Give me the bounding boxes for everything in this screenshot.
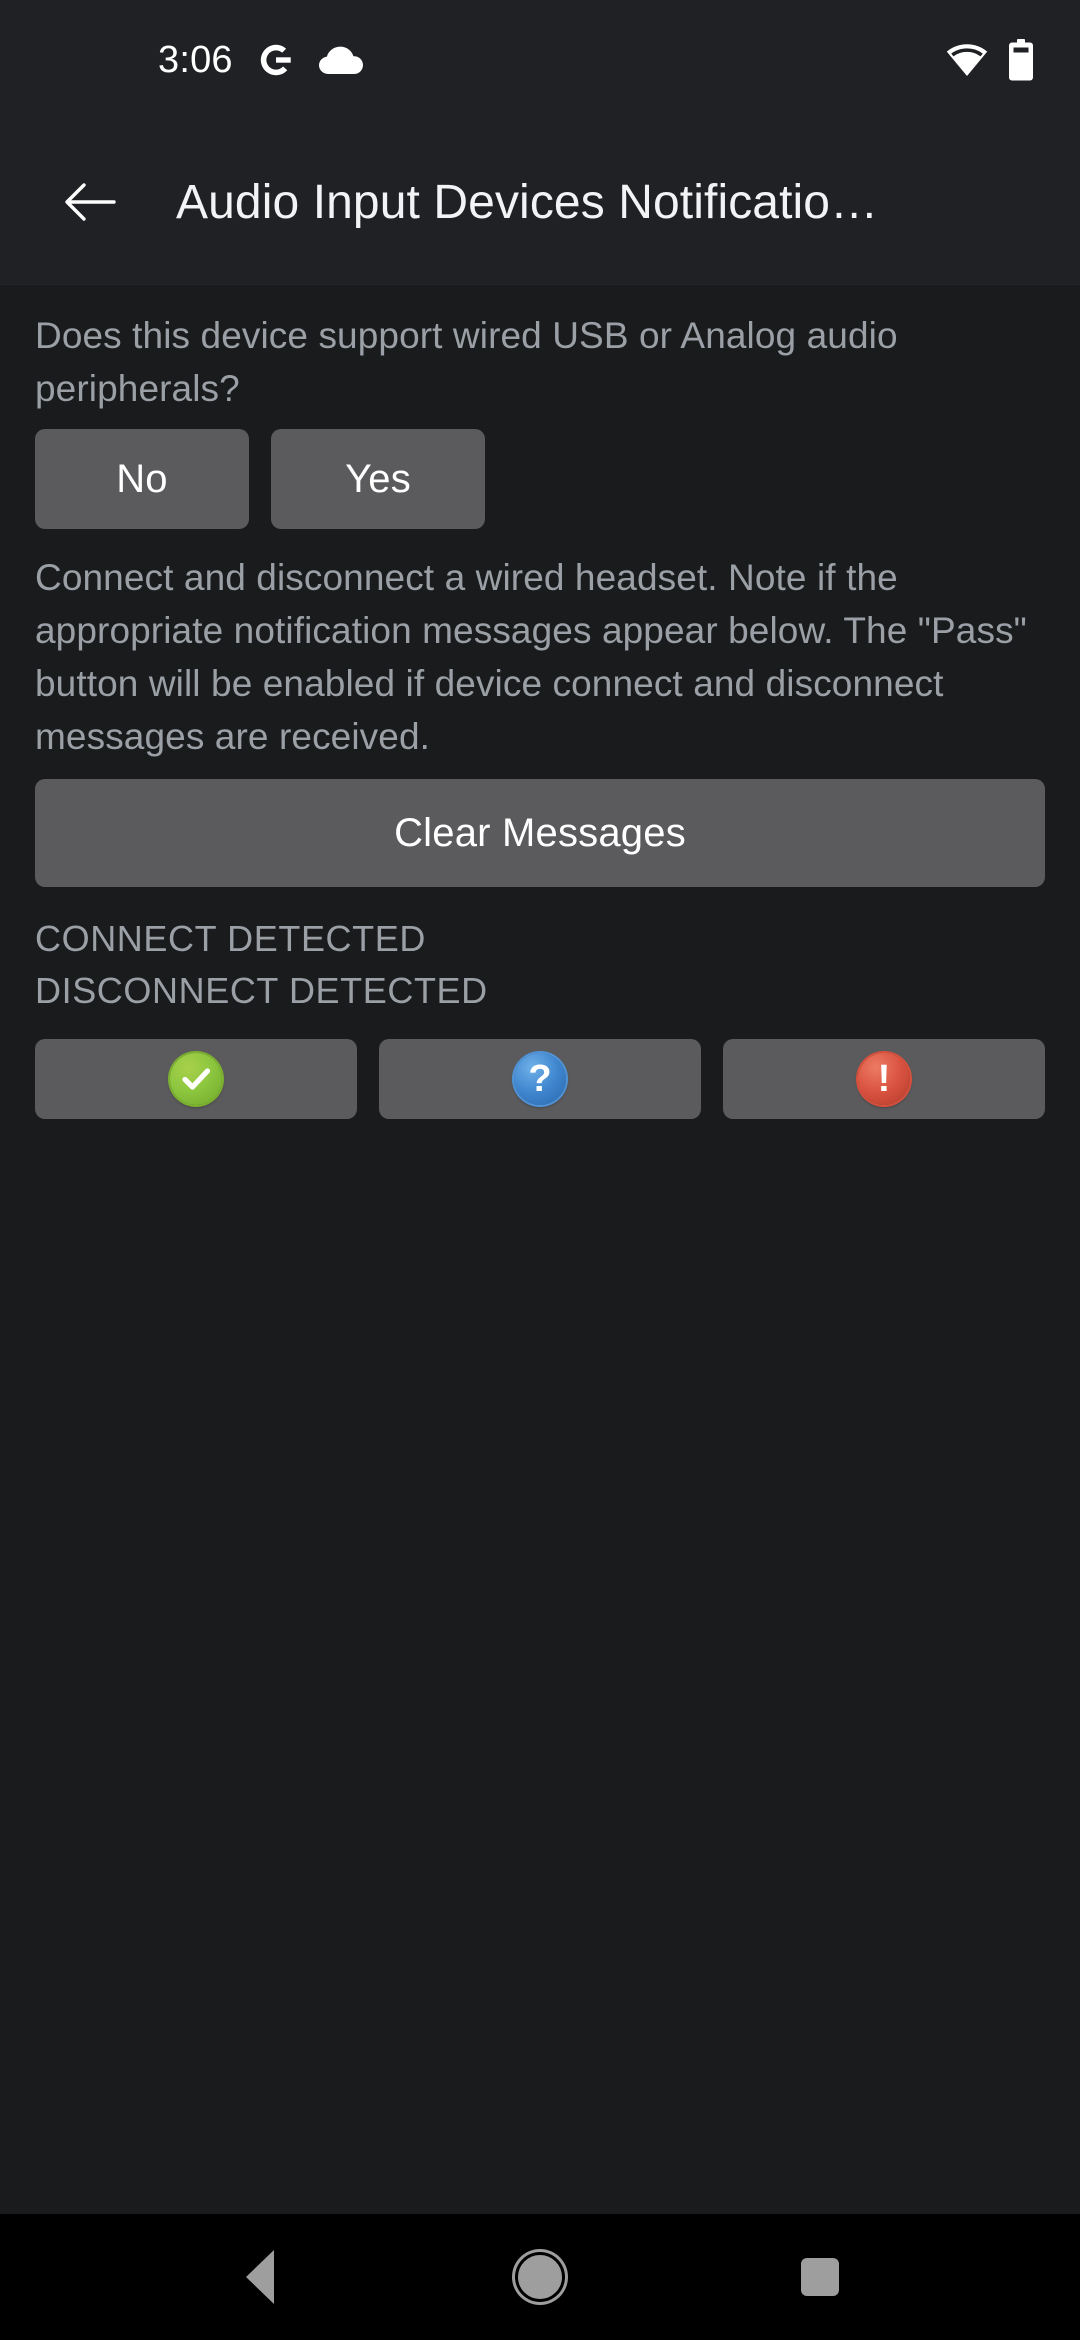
status-line-connect: CONNECT DETECTED — [35, 918, 426, 959]
exclamation-glyph: ! — [877, 1058, 891, 1100]
page-title: Audio Input Devices Notificatio… — [176, 175, 879, 229]
arrow-back-icon — [64, 181, 116, 223]
yes-button[interactable]: Yes — [271, 429, 485, 529]
nav-recents-button[interactable] — [760, 2217, 880, 2337]
nav-back-button[interactable] — [200, 2217, 320, 2337]
nav-home-icon — [518, 2255, 562, 2299]
main-content: Does this device support wired USB or An… — [0, 285, 1080, 2214]
app-bar: Audio Input Devices Notificatio… — [0, 120, 1080, 285]
verdict-button-row: ? ! — [35, 1039, 1045, 1119]
phone-screen: 3:06 Audio Input Devices Notificatio… Do… — [0, 0, 1080, 2340]
no-button[interactable]: No — [35, 429, 249, 529]
battery-full-icon — [1008, 39, 1034, 81]
instructions-text: Connect and disconnect a wired headset. … — [35, 557, 1027, 757]
google-g-icon — [257, 41, 295, 79]
clear-messages-button[interactable]: Clear Messages — [35, 779, 1045, 887]
nav-back-icon — [246, 2250, 274, 2304]
exclamation-circle-icon: ! — [858, 1053, 910, 1105]
status-bar: 3:06 — [0, 0, 1080, 120]
status-bar-right — [946, 39, 1034, 81]
question-glyph: ? — [528, 1058, 552, 1100]
fail-button[interactable]: ! — [723, 1039, 1045, 1119]
nav-home-button[interactable] — [480, 2217, 600, 2337]
back-button[interactable] — [52, 164, 128, 240]
status-line-disconnect: DISCONNECT DETECTED — [35, 970, 488, 1011]
info-button[interactable]: ? — [379, 1039, 701, 1119]
navigation-bar — [0, 2214, 1080, 2340]
status-bar-clock: 3:06 — [158, 39, 233, 81]
question-text: Does this device support wired USB or An… — [35, 315, 898, 409]
answer-button-row: No Yes — [35, 429, 1045, 529]
check-circle-icon — [170, 1053, 222, 1105]
status-bar-left: 3:06 — [158, 41, 363, 79]
question-circle-icon: ? — [514, 1053, 566, 1105]
nav-recents-icon — [801, 2258, 839, 2296]
cloud-icon — [318, 45, 363, 75]
wifi-icon — [946, 43, 988, 77]
status-message-list: CONNECT DETECTED DISCONNECT DETECTED — [35, 913, 1045, 1017]
pass-button[interactable] — [35, 1039, 357, 1119]
